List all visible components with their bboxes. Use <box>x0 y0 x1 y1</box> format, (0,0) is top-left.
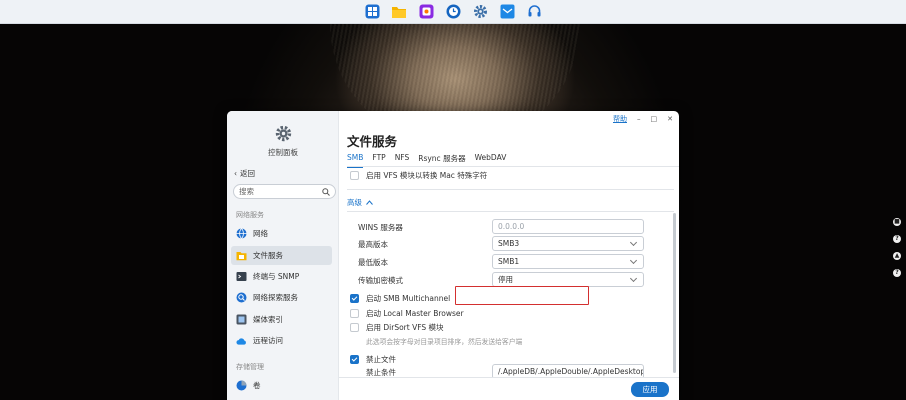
sidebar-item-network[interactable]: 网络 <box>231 224 332 243</box>
notification-bell-icon[interactable]: ▲ <box>893 252 901 260</box>
checkbox[interactable] <box>350 171 359 180</box>
section-divider <box>347 211 674 212</box>
veto-condition-input[interactable]: /.AppleDB/.AppleDouble/.AppleDesktop/Net… <box>492 364 644 377</box>
advanced-section-toggle[interactable]: 高级 <box>347 197 373 208</box>
control-panel-gear-icon <box>275 125 291 142</box>
field-label: WINS 服务器 <box>358 223 403 232</box>
photos-app-icon[interactable] <box>418 3 435 20</box>
file-service-icon <box>236 250 247 261</box>
field-transport-encryption: 传输加密模式 停用 <box>358 272 658 287</box>
chevron-up-icon <box>366 200 373 205</box>
transport-encryption-select[interactable]: 停用 <box>492 272 644 287</box>
mail-app-icon[interactable] <box>499 3 516 20</box>
sidebar-item-file-services[interactable]: 文件服务 <box>231 246 332 265</box>
select-value: 停用 <box>498 275 513 284</box>
taskbar <box>0 0 906 24</box>
right-side-rail: ■ ? ▲ ? <box>891 218 903 277</box>
field-max-version: 最高版本 SMB3 <box>358 236 658 251</box>
option-label: 启用 DirSort VFS 模块 <box>366 323 444 332</box>
checkbox[interactable] <box>350 323 359 332</box>
sidebar-item-terminal-snmp[interactable]: 终端与 SNMP <box>231 267 332 286</box>
scrollbar[interactable] <box>673 213 676 373</box>
checkbox[interactable] <box>350 309 359 318</box>
highlight-box <box>455 286 589 305</box>
help-link[interactable]: 帮助 <box>613 114 627 124</box>
wins-server-input[interactable]: 0.0.0.0 <box>492 219 644 234</box>
back-button[interactable]: ‹ 返回 <box>234 168 255 179</box>
field-min-version: 最低版本 SMB1 <box>358 254 658 269</box>
file-station-icon[interactable] <box>391 3 408 20</box>
settings-scroll-area: 启用 VFS 模块以转换 Mac 特殊字符 高级 WINS 服务器 0.0.0.… <box>339 167 679 377</box>
sidebar-item-network-discovery[interactable]: 网络探索服务 <box>231 288 332 307</box>
terminal-icon <box>236 271 247 282</box>
support-headset-icon[interactable] <box>526 3 543 20</box>
option-smb-multichannel[interactable]: 启动 SMB Multichannel <box>350 293 450 304</box>
sidebar-item-label: 媒体索引 <box>253 315 283 324</box>
checkbox-checked[interactable] <box>350 294 359 303</box>
chevron-down-icon <box>629 238 638 246</box>
option-local-master-browser[interactable]: 启动 Local Master Browser <box>350 308 464 319</box>
back-label: 返回 <box>240 169 255 178</box>
select-value: SMB1 <box>498 257 520 266</box>
app-header: 控制面板 <box>227 125 339 158</box>
minimize-icon[interactable]: – <box>637 115 641 123</box>
sidebar: 控制面板 ‹ 返回 网络服务 网络 文件服务 终端与 SNMP 网络探索服务 <box>227 111 339 400</box>
sidebar-item-label: 远程访问 <box>253 336 283 345</box>
sidebar-item-label: 网络探索服务 <box>253 293 298 302</box>
field-wins-server: WINS 服务器 0.0.0.0 <box>358 219 658 234</box>
sidebar-item-media-index[interactable]: 媒体索引 <box>231 310 332 329</box>
option-label: 启动 SMB Multichannel <box>366 294 451 303</box>
page-title: 文件服务 <box>347 134 398 149</box>
app-title: 控制面板 <box>268 148 298 157</box>
help-icon[interactable]: ? <box>893 269 901 277</box>
field-label: 传输加密模式 <box>358 276 403 285</box>
sidebar-item-label: 文件服务 <box>253 251 283 260</box>
sidebar-search <box>233 184 336 199</box>
option-vfs-mac-chars[interactable]: 启用 VFS 模块以转换 Mac 特殊字符 <box>350 170 487 181</box>
remote-access-cloud-icon <box>236 335 247 346</box>
min-version-select[interactable]: SMB1 <box>492 254 644 269</box>
control-panel-icon[interactable] <box>472 3 489 20</box>
close-icon[interactable]: ✕ <box>667 115 673 123</box>
chevron-down-icon <box>629 274 638 282</box>
sidebar-item-label: 卷 <box>253 381 261 390</box>
window-controls: 帮助 – □ ✕ <box>613 114 673 124</box>
network-discovery-icon <box>236 292 247 303</box>
field-label: 最高版本 <box>358 240 388 249</box>
question-icon[interactable]: ? <box>893 235 901 243</box>
main-content: 帮助 – □ ✕ 文件服务 SMB FTP NFS Rsync 服务器 WebD… <box>339 111 679 400</box>
control-panel-window: 控制面板 ‹ 返回 网络服务 网络 文件服务 终端与 SNMP 网络探索服务 <box>227 111 679 400</box>
checkbox-checked[interactable] <box>350 355 359 364</box>
search-input[interactable] <box>239 187 319 196</box>
option-label: 启用 VFS 模块以转换 Mac 特殊字符 <box>366 171 488 180</box>
volume-pie-icon <box>236 380 247 391</box>
dirsort-hint: 此选项会按字母对目录项目排序，然后发送给客户端 <box>366 338 523 346</box>
network-globe-icon <box>236 228 247 239</box>
sidebar-item-remote-access[interactable]: 远程访问 <box>231 331 332 350</box>
section-divider <box>347 189 674 190</box>
app-launcher-icon[interactable] <box>364 3 381 20</box>
clock-app-icon[interactable] <box>445 3 462 20</box>
chevron-down-icon <box>629 256 638 264</box>
footer-bar: 应用 <box>339 377 679 400</box>
select-value: SMB3 <box>498 239 520 248</box>
nav-group-network-services: 网络服务 <box>236 211 264 219</box>
max-version-select[interactable]: SMB3 <box>492 236 644 251</box>
sidebar-item-volume[interactable]: 卷 <box>231 376 332 395</box>
field-veto-condition: 禁止条件 /.AppleDB/.AppleDouble/.AppleDeskto… <box>366 364 666 377</box>
apply-button[interactable]: 应用 <box>631 382 669 397</box>
advanced-label: 高级 <box>347 198 362 207</box>
search-icon[interactable] <box>322 187 330 196</box>
media-index-icon <box>236 314 247 325</box>
option-dirsort-vfs[interactable]: 启用 DirSort VFS 模块 <box>350 322 444 333</box>
maximize-icon[interactable]: □ <box>651 115 658 123</box>
message-icon[interactable]: ■ <box>893 218 901 226</box>
sidebar-item-label: 网络 <box>253 229 268 238</box>
sidebar-item-label: 终端与 SNMP <box>253 272 300 281</box>
field-label: 最低版本 <box>358 258 388 267</box>
option-label: 启动 Local Master Browser <box>366 309 464 318</box>
nav-group-storage: 存储管理 <box>236 363 264 371</box>
field-label: 禁止条件 <box>366 368 396 377</box>
chevron-left-icon: ‹ <box>234 169 237 178</box>
